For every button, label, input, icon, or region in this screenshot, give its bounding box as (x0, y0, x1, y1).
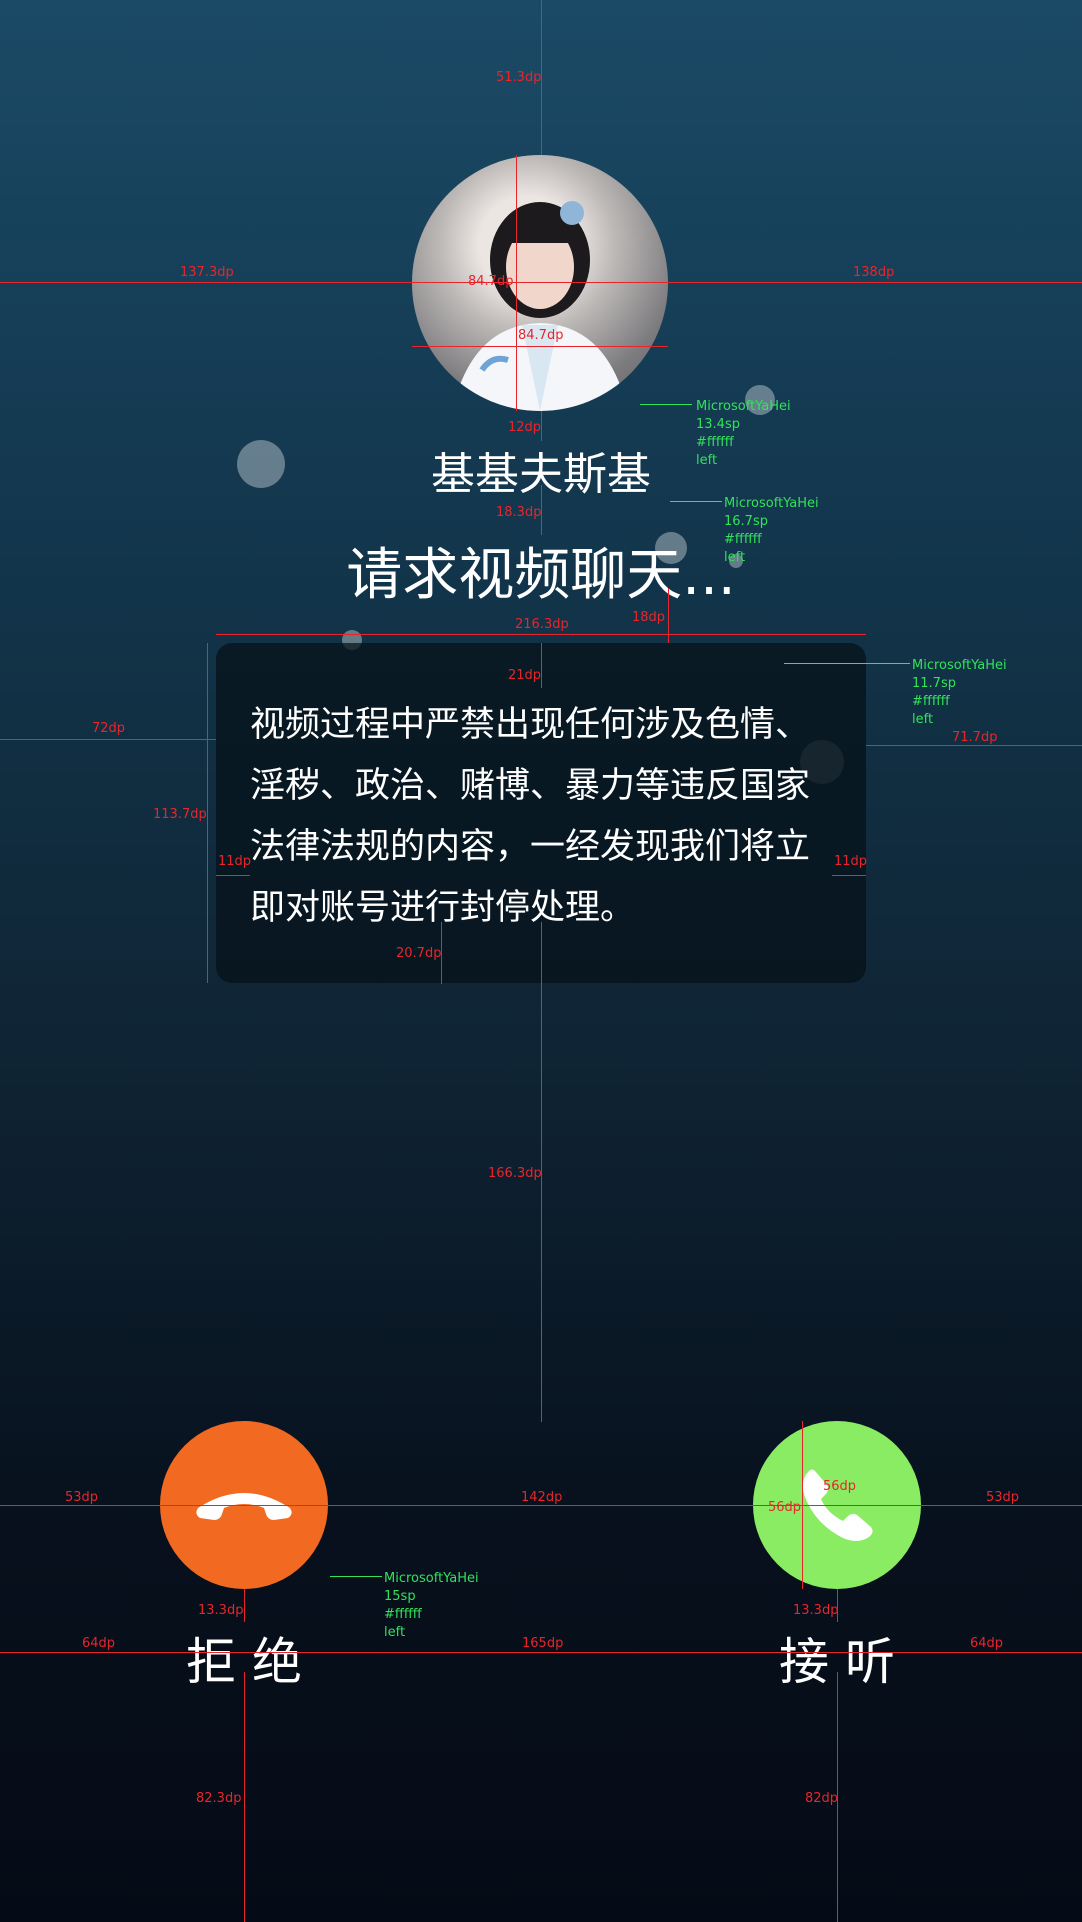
font-spec-size: 16.7sp (724, 514, 768, 529)
avatar-portrait-icon (452, 201, 628, 411)
font-spec-note: MicrosoftYaHei 11.7sp #ffffff left (912, 657, 1007, 729)
font-spec-align: left (384, 1625, 406, 1640)
font-spec-note: MicrosoftYaHei 13.4sp #ffffff left (696, 398, 791, 470)
font-spec-font: MicrosoftYaHei (384, 1571, 479, 1586)
measure-line (412, 346, 668, 347)
dimension-label: 64dp (970, 1636, 1004, 1651)
dimension-label: 56dp (768, 1500, 802, 1515)
dimension-label: 56dp (823, 1479, 857, 1494)
font-spec-note: MicrosoftYaHei 16.7sp #ffffff left (724, 495, 819, 567)
dimension-label: 53dp (65, 1490, 99, 1505)
measure-line (216, 875, 250, 876)
measure-line (516, 155, 517, 411)
measure-line (207, 643, 208, 983)
font-spec-align: left (912, 712, 934, 727)
dimension-label: 13.3dp (198, 1603, 244, 1618)
dimension-label: 138dp (853, 265, 895, 280)
measure-line (0, 1505, 1082, 1506)
dimension-label: 137.3dp (180, 265, 234, 280)
measure-line (541, 411, 542, 441)
measure-line (0, 1652, 1082, 1653)
dimension-label: 12dp (508, 420, 542, 435)
dimension-label: 142dp (521, 1490, 563, 1505)
annotation-leader-line (330, 1576, 382, 1577)
font-spec-size: 11.7sp (912, 676, 956, 691)
annotation-leader-line (640, 404, 692, 405)
dimension-label: 11dp (218, 854, 252, 869)
dimension-label: 84.7dp (468, 274, 514, 289)
font-spec-color: #ffffff (912, 694, 950, 709)
font-spec-color: #ffffff (696, 435, 734, 450)
dimension-label: 166.3dp (488, 1166, 542, 1181)
dimension-label: 11dp (834, 854, 868, 869)
measure-line (216, 634, 866, 635)
font-spec-font: MicrosoftYaHei (724, 496, 819, 511)
measure-line (0, 739, 216, 740)
font-spec-size: 15sp (384, 1589, 416, 1604)
measure-line (244, 1589, 245, 1622)
dimension-label: 18.3dp (496, 505, 542, 520)
font-spec-align: left (724, 550, 746, 565)
measure-line (802, 1421, 803, 1589)
font-spec-align: left (696, 453, 718, 468)
dimension-label: 53dp (986, 1490, 1020, 1505)
dimension-label: 71.7dp (952, 730, 998, 745)
call-status-text: 请求视频聊天... (346, 543, 736, 608)
dimension-label: 165dp (522, 1636, 564, 1651)
dimension-label: 21dp (508, 668, 542, 683)
annotation-leader-line (670, 501, 722, 502)
dimension-label: 20.7dp (396, 946, 442, 961)
dimension-label: 13.3dp (793, 1603, 839, 1618)
dimension-label: 72dp (92, 721, 126, 736)
dimension-label: 82.3dp (196, 1791, 242, 1806)
measure-line (0, 282, 1082, 283)
font-spec-color: #ffffff (384, 1607, 422, 1622)
measure-line (541, 643, 542, 688)
warning-notice-text: 视频过程中严禁出现任何涉及色情、淫秽、政治、赌博、暴力等违反国家法律法规的内容，… (250, 705, 811, 928)
dimension-label: 18dp (632, 610, 666, 625)
caller-avatar (412, 155, 668, 411)
font-spec-font: MicrosoftYaHei (696, 399, 791, 414)
measure-line (244, 1672, 245, 1922)
dimension-label: 64dp (82, 1636, 116, 1651)
measure-line (866, 745, 1082, 746)
font-spec-size: 13.4sp (696, 417, 740, 432)
measure-line (832, 875, 866, 876)
font-spec-note: MicrosoftYaHei 15sp #ffffff left (384, 1570, 479, 1642)
dimension-label: 82dp (805, 1791, 839, 1806)
dimension-label: 113.7dp (153, 807, 207, 822)
dimension-label: 216.3dp (515, 617, 569, 632)
font-spec-color: #ffffff (724, 532, 762, 547)
dimension-label: 84.7dp (518, 328, 564, 343)
font-spec-font: MicrosoftYaHei (912, 658, 1007, 673)
annotation-leader-line (784, 663, 910, 664)
dimension-label: 51.3dp (496, 70, 542, 85)
